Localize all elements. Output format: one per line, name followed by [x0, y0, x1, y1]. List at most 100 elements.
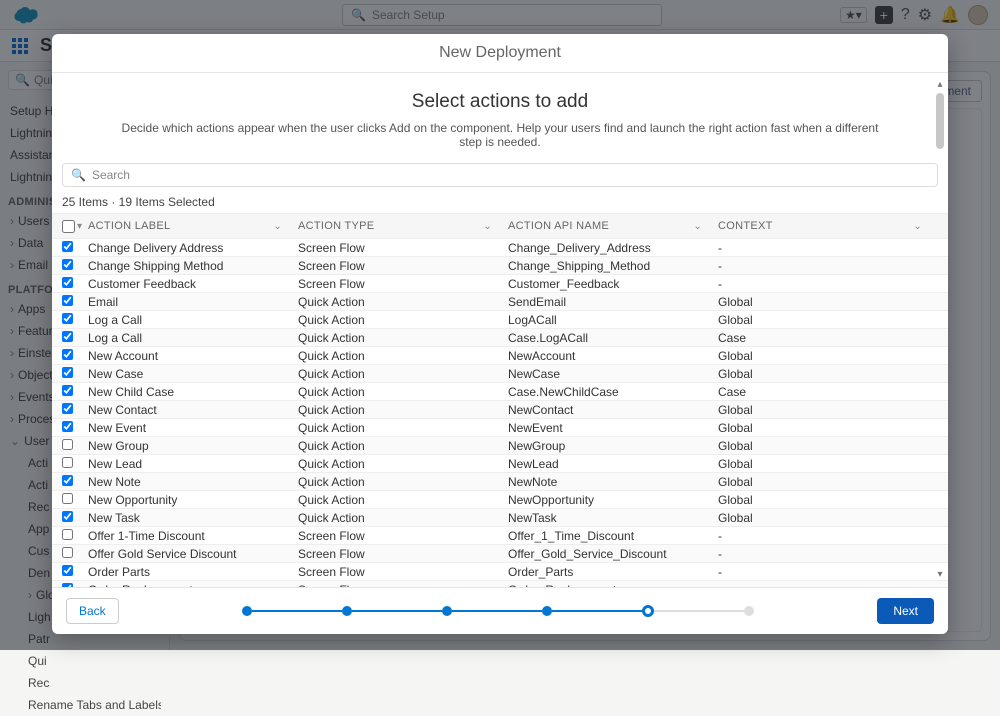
sidebar-sub-qui[interactable]: Qui — [8, 650, 161, 672]
row-checkbox[interactable] — [62, 295, 73, 306]
cell-label: Customer Feedback — [88, 277, 298, 291]
section-subtitle: Decide which actions appear when the use… — [52, 121, 948, 149]
row-checkbox[interactable] — [62, 529, 73, 540]
cell-type: Screen Flow — [298, 583, 508, 588]
table-row[interactable]: New GroupQuick ActionNewGroupGlobal — [52, 437, 948, 455]
cell-api: NewContact — [508, 403, 718, 417]
cell-label: New Contact — [88, 403, 298, 417]
cell-api: Order_Replacement — [508, 583, 718, 588]
cell-api: Change_Shipping_Method — [508, 259, 718, 273]
back-button[interactable]: Back — [66, 598, 119, 624]
cell-api: SendEmail — [508, 295, 718, 309]
cell-label: New Event — [88, 421, 298, 435]
cell-context: Case — [718, 331, 938, 345]
step-6 — [744, 606, 754, 616]
step-4 — [542, 606, 552, 616]
next-button[interactable]: Next — [877, 598, 934, 624]
table-row[interactable]: Change Shipping MethodScreen FlowChange_… — [52, 257, 948, 275]
cell-label: New Account — [88, 349, 298, 363]
cell-context: Case — [718, 385, 938, 399]
sort-icon: ⌄ — [483, 221, 492, 232]
table-row[interactable]: Log a CallQuick ActionLogACallGlobal — [52, 311, 948, 329]
row-checkbox[interactable] — [62, 313, 73, 324]
col-action-label[interactable]: ACTION LABEL⌄ — [88, 220, 298, 232]
action-search[interactable]: 🔍 Search — [62, 163, 938, 187]
row-checkbox[interactable] — [62, 349, 73, 360]
step-2 — [342, 606, 352, 616]
row-checkbox[interactable] — [62, 385, 73, 396]
table-row[interactable]: Order ReplacementScreen FlowOrder_Replac… — [52, 581, 948, 587]
cell-api: Customer_Feedback — [508, 277, 718, 291]
table-row[interactable]: New TaskQuick ActionNewTaskGlobal — [52, 509, 948, 527]
cell-context: Global — [718, 367, 938, 381]
cell-label: New Task — [88, 511, 298, 525]
cell-context: - — [718, 259, 938, 273]
row-checkbox[interactable] — [62, 403, 73, 414]
scroll-up-icon[interactable]: ▴ — [935, 79, 945, 91]
cell-context: - — [718, 277, 938, 291]
row-checkbox[interactable] — [62, 367, 73, 378]
cell-type: Quick Action — [298, 421, 508, 435]
table-row[interactable]: Order PartsScreen FlowOrder_Parts- — [52, 563, 948, 581]
row-checkbox[interactable] — [62, 547, 73, 558]
row-checkbox[interactable] — [62, 511, 73, 522]
cell-context: Global — [718, 295, 938, 309]
cell-label: New Lead — [88, 457, 298, 471]
row-checkbox[interactable] — [62, 565, 73, 576]
row-checkbox[interactable] — [62, 583, 73, 588]
cell-api: Offer_Gold_Service_Discount — [508, 547, 718, 561]
table-row[interactable]: Change Delivery AddressScreen FlowChange… — [52, 239, 948, 257]
select-all-checkbox[interactable] — [62, 220, 75, 233]
cell-api: NewAccount — [508, 349, 718, 363]
cell-type: Quick Action — [298, 403, 508, 417]
col-context[interactable]: CONTEXT⌄ — [718, 220, 938, 232]
table-row[interactable]: New CaseQuick ActionNewCaseGlobal — [52, 365, 948, 383]
table-row[interactable]: Customer FeedbackScreen FlowCustomer_Fee… — [52, 275, 948, 293]
row-checkbox[interactable] — [62, 277, 73, 288]
table-row[interactable]: EmailQuick ActionSendEmailGlobal — [52, 293, 948, 311]
cell-type: Quick Action — [298, 385, 508, 399]
col-action-api[interactable]: ACTION API NAME⌄ — [508, 220, 718, 232]
cell-api: Offer_1_Time_Discount — [508, 529, 718, 543]
scroll-down-icon[interactable]: ▾ — [935, 569, 945, 581]
cell-api: Case.LogACall — [508, 331, 718, 345]
cell-api: NewLead — [508, 457, 718, 471]
chevron-down-icon[interactable]: ▾ — [77, 221, 82, 232]
table-row[interactable]: New ContactQuick ActionNewContactGlobal — [52, 401, 948, 419]
cell-api: NewCase — [508, 367, 718, 381]
cell-type: Quick Action — [298, 493, 508, 507]
table-row[interactable]: New Child CaseQuick ActionCase.NewChildC… — [52, 383, 948, 401]
table-row[interactable]: New OpportunityQuick ActionNewOpportunit… — [52, 491, 948, 509]
cell-label: Log a Call — [88, 313, 298, 327]
row-checkbox[interactable] — [62, 493, 73, 504]
table-row[interactable]: New EventQuick ActionNewEventGlobal — [52, 419, 948, 437]
col-action-type[interactable]: ACTION TYPE⌄ — [298, 220, 508, 232]
cell-context: Global — [718, 313, 938, 327]
sidebar-sub-rename[interactable]: Rename Tabs and Labels — [8, 694, 161, 716]
table-row[interactable]: New AccountQuick ActionNewAccountGlobal — [52, 347, 948, 365]
cell-context: Global — [718, 493, 938, 507]
cell-label: Order Replacement — [88, 583, 298, 588]
cell-label: New Child Case — [88, 385, 298, 399]
cell-context: - — [718, 547, 938, 561]
table-row[interactable]: Offer Gold Service DiscountScreen FlowOf… — [52, 545, 948, 563]
cell-context: - — [718, 583, 938, 588]
row-checkbox[interactable] — [62, 331, 73, 342]
row-checkbox[interactable] — [62, 421, 73, 432]
modal-scrollbar[interactable]: ▴ ▾ — [935, 79, 945, 581]
row-checkbox[interactable] — [62, 439, 73, 450]
table-row[interactable]: Offer 1-Time DiscountScreen FlowOffer_1_… — [52, 527, 948, 545]
cell-type: Screen Flow — [298, 529, 508, 543]
table-row[interactable]: New NoteQuick ActionNewNoteGlobal — [52, 473, 948, 491]
cell-api: NewNote — [508, 475, 718, 489]
cell-context: - — [718, 529, 938, 543]
row-checkbox[interactable] — [62, 475, 73, 486]
table-header: ▾ ACTION LABEL⌄ ACTION TYPE⌄ ACTION API … — [52, 213, 948, 239]
scroll-thumb[interactable] — [936, 93, 944, 149]
row-checkbox[interactable] — [62, 259, 73, 270]
row-checkbox[interactable] — [62, 241, 73, 252]
sidebar-sub-rec2[interactable]: Rec — [8, 672, 161, 694]
table-row[interactable]: New LeadQuick ActionNewLeadGlobal — [52, 455, 948, 473]
row-checkbox[interactable] — [62, 457, 73, 468]
table-row[interactable]: Log a CallQuick ActionCase.LogACallCase — [52, 329, 948, 347]
